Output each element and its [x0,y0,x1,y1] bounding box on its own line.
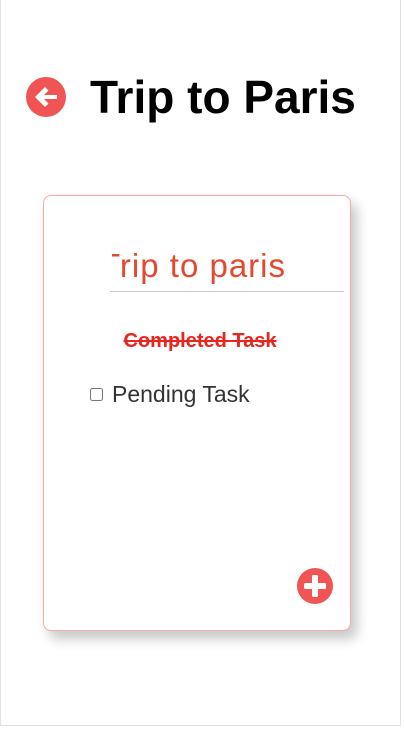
pending-task-item[interactable]: Pending Task [90,381,250,408]
back-arrow-icon[interactable] [26,77,66,117]
task-checkbox[interactable] [90,388,103,401]
page-header: Trip to Paris [26,72,356,122]
add-task-plus-icon[interactable] [297,568,333,604]
completed-task-item[interactable]: Completed Task [44,330,352,353]
task-label: Pending Task [112,381,250,407]
task-list-card: Completed Task Pending Task [43,195,351,631]
list-title-input[interactable] [110,240,344,292]
page-title: Trip to Paris [90,71,356,123]
